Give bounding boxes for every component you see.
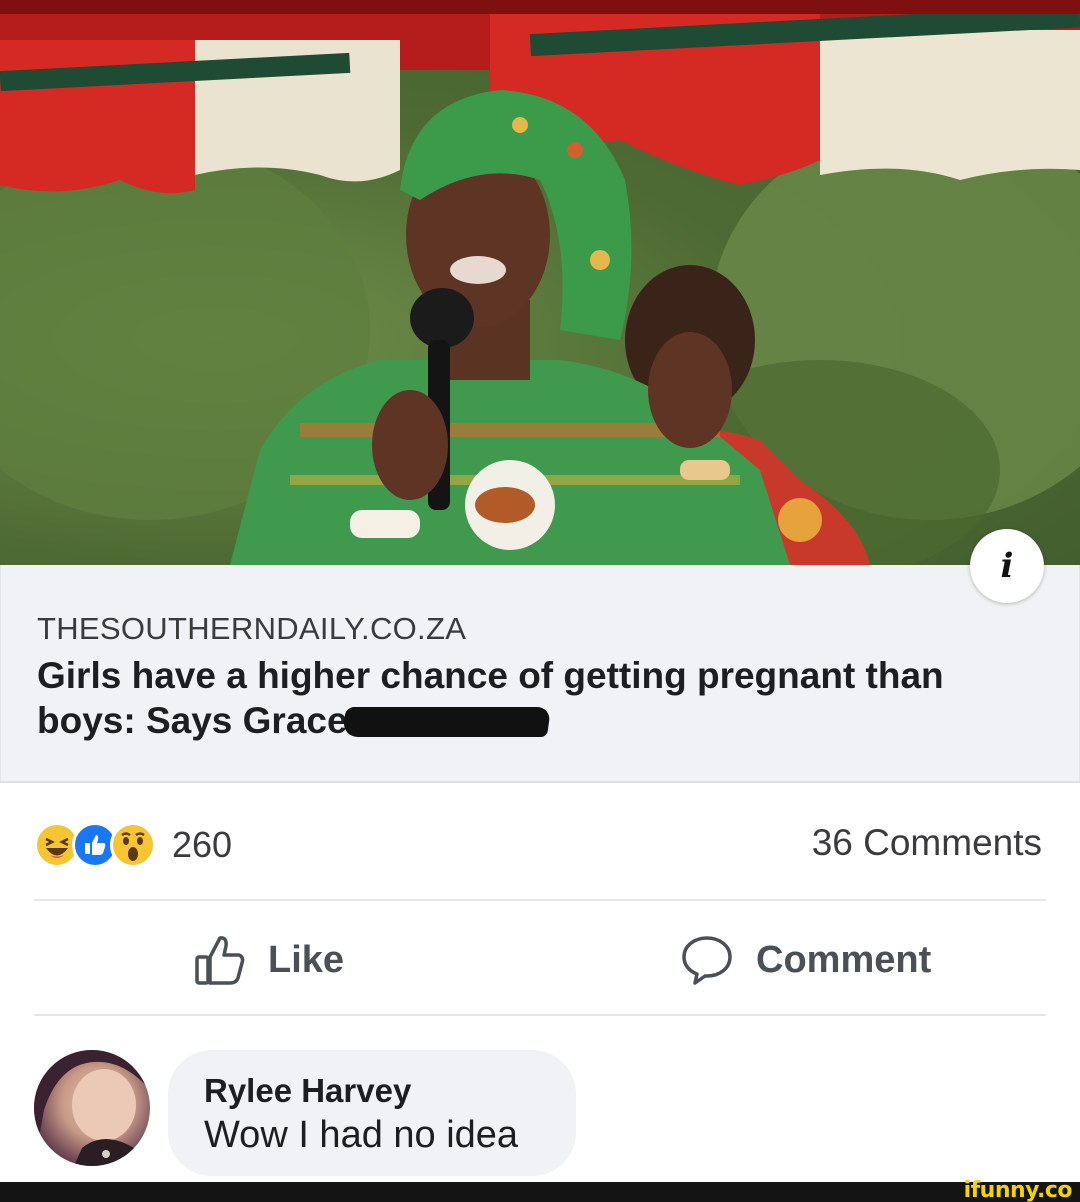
- link-headline[interactable]: Girls have a higher chance of getting pr…: [37, 653, 1047, 743]
- ifunny-watermark: ifunny.co: [963, 1178, 1073, 1202]
- like-button[interactable]: Like: [194, 930, 344, 990]
- link-preview[interactable]: THESOUTHERNDAILY.CO.ZA Girls have a high…: [0, 565, 1080, 783]
- photo-illustration: [0, 0, 1080, 565]
- comment-label: Comment: [756, 938, 932, 981]
- comment-bubble[interactable]: Rylee Harvey Wow I had no idea: [168, 1050, 576, 1176]
- thumbs-up-icon: [195, 936, 245, 985]
- info-icon[interactable]: i: [970, 529, 1044, 603]
- wow-icon: [110, 822, 156, 868]
- avatar-photo: [34, 1050, 150, 1166]
- footer-bar: [0, 1182, 1080, 1202]
- avatar[interactable]: [34, 1050, 150, 1166]
- comment-text: Wow I had no idea: [204, 1114, 519, 1156]
- comments-count-link[interactable]: 36 Comments: [812, 822, 1042, 864]
- redaction-mark: [341, 707, 551, 737]
- divider: [34, 899, 1046, 901]
- comment-bubble-icon: [682, 936, 732, 985]
- info-icon-glyph: i: [1000, 546, 1014, 586]
- divider: [34, 1014, 1046, 1016]
- article-photo[interactable]: [0, 0, 1080, 565]
- comment-button[interactable]: Comment: [680, 930, 931, 990]
- comment-author[interactable]: Rylee Harvey: [204, 1072, 411, 1110]
- like-label: Like: [268, 938, 345, 981]
- reaction-count: 260: [172, 824, 233, 865]
- link-domain: THESOUTHERNDAILY.CO.ZA: [37, 611, 467, 646]
- reactions-summary[interactable]: 260: [34, 818, 232, 872]
